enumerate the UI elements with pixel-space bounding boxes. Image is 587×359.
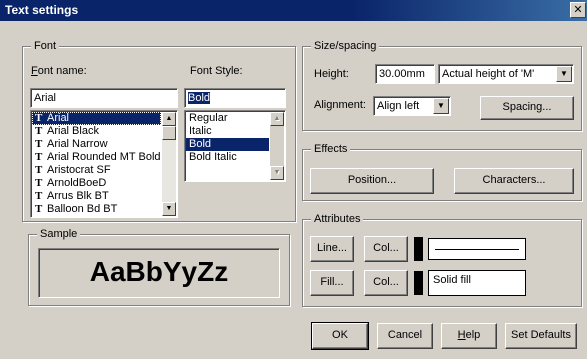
font-style-item[interactable]: Bold (186, 138, 269, 151)
font-sample-preview: AaBbYyZz (38, 248, 280, 298)
alignment-label: Alignment: (314, 99, 366, 111)
font-name-list-items: T Arial T Arial Black T Arial Narrow T Arial Ro… (32, 112, 161, 216)
cancel-button[interactable]: Cancel (377, 323, 433, 349)
ok-button[interactable]: OK (311, 322, 369, 350)
font-style-label: Font Style: (190, 65, 243, 77)
alignment-value: Align left (377, 100, 420, 112)
fill-colour-swatch (414, 271, 423, 295)
font-style-list[interactable]: Regular Italic Bold Bold Italic ▲ ▼ (184, 110, 286, 182)
font-style-input-value: Bold (188, 92, 211, 104)
font-name-label: Font name: (31, 65, 87, 77)
line-style-preview (428, 238, 526, 260)
text-settings-dialog: Text settings ✕ Font Font name: Arial TA… (0, 0, 587, 359)
sample-group-label: Sample (37, 227, 81, 241)
style-list-scrollbar: ▲ ▼ (270, 112, 284, 180)
font-list-item[interactable]: T ArnoldBoeD (32, 177, 161, 190)
line-colour-swatch (414, 237, 423, 261)
truetype-font-icon: T (35, 164, 43, 176)
height-mode-value: Actual height of 'M' (442, 68, 535, 80)
fill-button[interactable]: Fill... (310, 270, 354, 296)
spacing-button[interactable]: Spacing... (480, 96, 574, 120)
font-style-item[interactable]: Regular (186, 112, 269, 125)
attributes-group-label: Attributes (311, 212, 364, 226)
fill-colour-button[interactable]: Col... (364, 270, 408, 296)
font-list-item-label: Arial Rounded MT Bold (47, 151, 161, 163)
size-spacing-group-label: Size/spacing (311, 39, 380, 53)
characters-button[interactable]: Characters... (454, 168, 574, 194)
chevron-down-icon[interactable]: ▼ (556, 66, 572, 82)
truetype-font-icon: T (35, 203, 43, 215)
help-button[interactable]: Help (441, 323, 497, 349)
scroll-up-icon: ▲ (270, 112, 284, 126)
truetype-font-icon: T (35, 190, 43, 202)
font-name-input[interactable]: Arial (30, 88, 178, 108)
font-style-item[interactable]: Italic (186, 125, 269, 138)
height-mode-select[interactable]: Actual height of 'M' ▼ (438, 64, 574, 84)
font-list-item[interactable]: T Arrus Blk BT (32, 190, 161, 203)
set-defaults-button[interactable]: Set Defaults (505, 323, 577, 349)
truetype-font-icon: T (35, 138, 43, 150)
font-list-scrollbar[interactable]: ▲ ▼ (162, 112, 176, 216)
fill-style-preview: Solid fill (428, 270, 526, 296)
scroll-up-icon[interactable]: ▲ (162, 112, 176, 126)
help-button-label: elp (465, 329, 481, 341)
line-button[interactable]: Line... (310, 236, 354, 262)
font-list-item[interactable]: T Arial Rounded MT Bold (32, 151, 161, 164)
font-name-label-rest: ont name: (37, 65, 87, 77)
scroll-down-icon: ▼ (270, 166, 284, 180)
font-list-item-label: ArnoldBoeD (47, 177, 107, 189)
font-list-item-label: Arial (47, 112, 70, 124)
close-icon[interactable]: ✕ (570, 2, 586, 18)
font-name-list[interactable]: T Arial T Arial Black T Arial Narrow T Arial Ro… (30, 110, 178, 218)
scroll-down-icon[interactable]: ▼ (162, 202, 176, 216)
font-list-item[interactable]: T Arial Narrow (32, 138, 161, 151)
position-button[interactable]: Position... (310, 168, 434, 194)
font-list-item-label: Aristocrat SF (47, 164, 111, 176)
font-style-list-items: Regular Italic Bold Bold Italic (186, 112, 269, 164)
line-colour-button[interactable]: Col... (364, 236, 408, 262)
effects-group-label: Effects (311, 142, 351, 156)
font-list-item[interactable]: T Arial (32, 112, 161, 125)
font-list-item-label: Arial Black (47, 125, 99, 137)
alignment-select[interactable]: Align left ▼ (373, 96, 451, 116)
title-bar: Text settings ✕ (0, 0, 587, 21)
height-input[interactable]: 30.00mm (375, 64, 435, 84)
line-preview-stroke (435, 249, 519, 250)
scroll-thumb[interactable] (162, 126, 176, 140)
truetype-font-icon: T (35, 151, 43, 163)
font-list-item[interactable]: T Arial Black (32, 125, 161, 138)
truetype-font-icon: T (35, 177, 43, 189)
window-title: Text settings (5, 3, 79, 17)
font-list-item[interactable]: T Aristocrat SF (32, 164, 161, 177)
font-style-input[interactable]: Bold (184, 88, 286, 108)
truetype-font-icon: T (35, 125, 43, 137)
font-list-item-label: Arial Narrow (47, 138, 108, 150)
font-group-label: Font (31, 39, 60, 53)
font-list-item[interactable]: T Balloon Bd BT (32, 203, 161, 216)
height-label: Height: (314, 68, 349, 80)
truetype-font-icon: T (35, 112, 43, 124)
chevron-down-icon[interactable]: ▼ (433, 98, 449, 114)
font-style-item[interactable]: Bold Italic (186, 151, 269, 164)
font-list-item-label: Arrus Blk BT (47, 190, 109, 202)
font-list-item-label: Balloon Bd BT (47, 203, 118, 215)
